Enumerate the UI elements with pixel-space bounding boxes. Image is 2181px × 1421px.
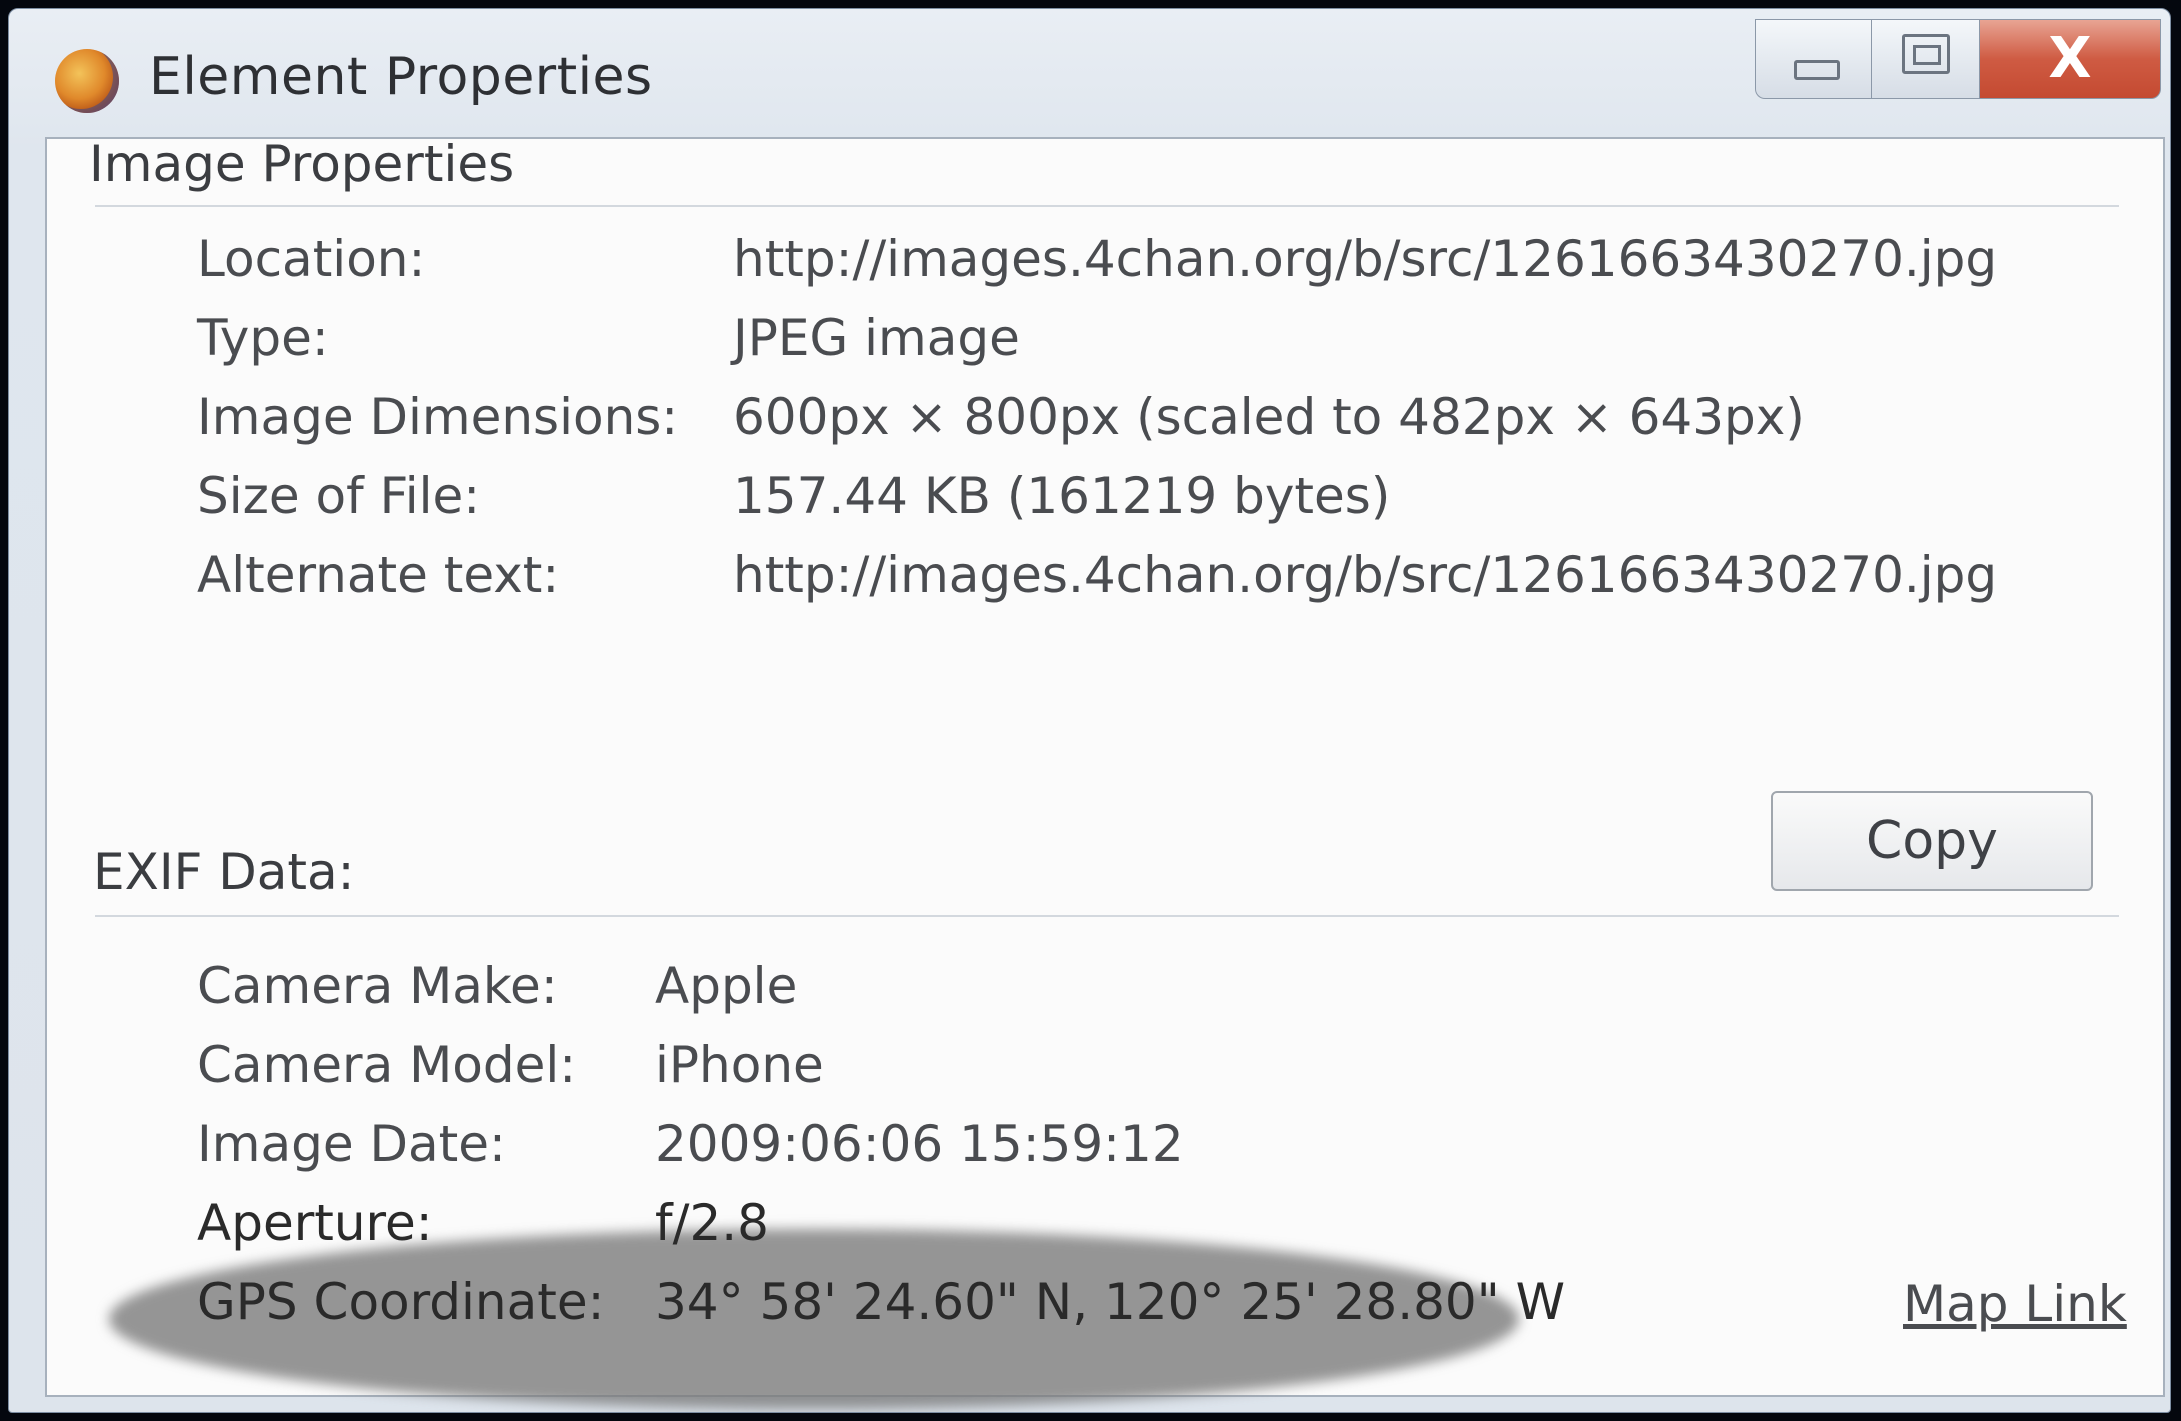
aperture-value: f/2.8: [655, 1194, 769, 1252]
aperture-label: Aperture:: [197, 1194, 433, 1252]
alt-text-label: Alternate text:: [197, 546, 560, 604]
image-date-label: Image Date:: [197, 1115, 506, 1173]
file-size-label: Size of File:: [197, 467, 481, 525]
exif-row-aperture: Aperture: f/2.8: [197, 1194, 2097, 1258]
alt-text-value: http://images.4chan.org/b/src/1261663430…: [733, 546, 1998, 604]
minimize-icon: [1794, 60, 1840, 80]
title-bar[interactable]: Element Properties X: [9, 9, 2170, 139]
type-label: Type:: [197, 309, 329, 367]
image-row-alt-text: Alternate text: http://images.4chan.org/…: [197, 546, 2097, 610]
image-row-file-size: Size of File: 157.44 KB (161219 bytes): [197, 467, 2097, 531]
location-label: Location:: [197, 230, 426, 288]
gps-label: GPS Coordinate:: [197, 1273, 605, 1331]
maximize-button[interactable]: [1871, 19, 1979, 99]
image-properties-divider: [95, 205, 2119, 207]
location-value: http://images.4chan.org/b/src/1261663430…: [733, 230, 1998, 288]
dimensions-value: 600px × 800px (scaled to 482px × 643px): [733, 388, 1805, 446]
image-row-type: Type: JPEG image: [197, 309, 2097, 373]
element-properties-window: Element Properties X Image Properties Lo…: [8, 8, 2171, 1413]
copy-button[interactable]: Copy: [1771, 791, 2093, 891]
image-date-value: 2009:06:06 15:59:12: [655, 1115, 1184, 1173]
camera-make-label: Camera Make:: [197, 957, 558, 1015]
image-row-dimensions: Image Dimensions: 600px × 800px (scaled …: [197, 388, 2097, 452]
image-row-location: Location: http://images.4chan.org/b/src/…: [197, 230, 2097, 294]
close-icon: X: [2048, 26, 2092, 91]
window-title: Element Properties: [149, 47, 653, 107]
firefox-icon: [55, 49, 119, 113]
minimize-button[interactable]: [1755, 19, 1871, 99]
exif-row-camera-model: Camera Model: iPhone: [197, 1036, 2097, 1100]
exif-row-image-date: Image Date: 2009:06:06 15:59:12: [197, 1115, 2097, 1179]
properties-panel: Image Properties Location: http://images…: [45, 135, 2165, 1409]
exif-heading: EXIF Data:: [93, 843, 355, 901]
image-properties-heading: Image Properties: [89, 135, 515, 193]
file-size-value: 157.44 KB (161219 bytes): [733, 467, 1391, 525]
exif-divider: [95, 915, 2119, 917]
restore-icon: [1902, 34, 1950, 74]
type-value: JPEG image: [733, 309, 1020, 367]
exif-row-gps: GPS Coordinate: 34° 58' 24.60" N, 120° 2…: [197, 1273, 2097, 1337]
dimensions-label: Image Dimensions:: [197, 388, 679, 446]
close-button[interactable]: X: [1979, 19, 2161, 99]
exif-row-camera-make: Camera Make: Apple: [197, 957, 2097, 1021]
gps-value: 34° 58' 24.60" N, 120° 25' 28.80" W: [655, 1273, 1566, 1331]
camera-make-value: Apple: [655, 957, 798, 1015]
camera-model-label: Camera Model:: [197, 1036, 577, 1094]
camera-model-value: iPhone: [655, 1036, 824, 1094]
